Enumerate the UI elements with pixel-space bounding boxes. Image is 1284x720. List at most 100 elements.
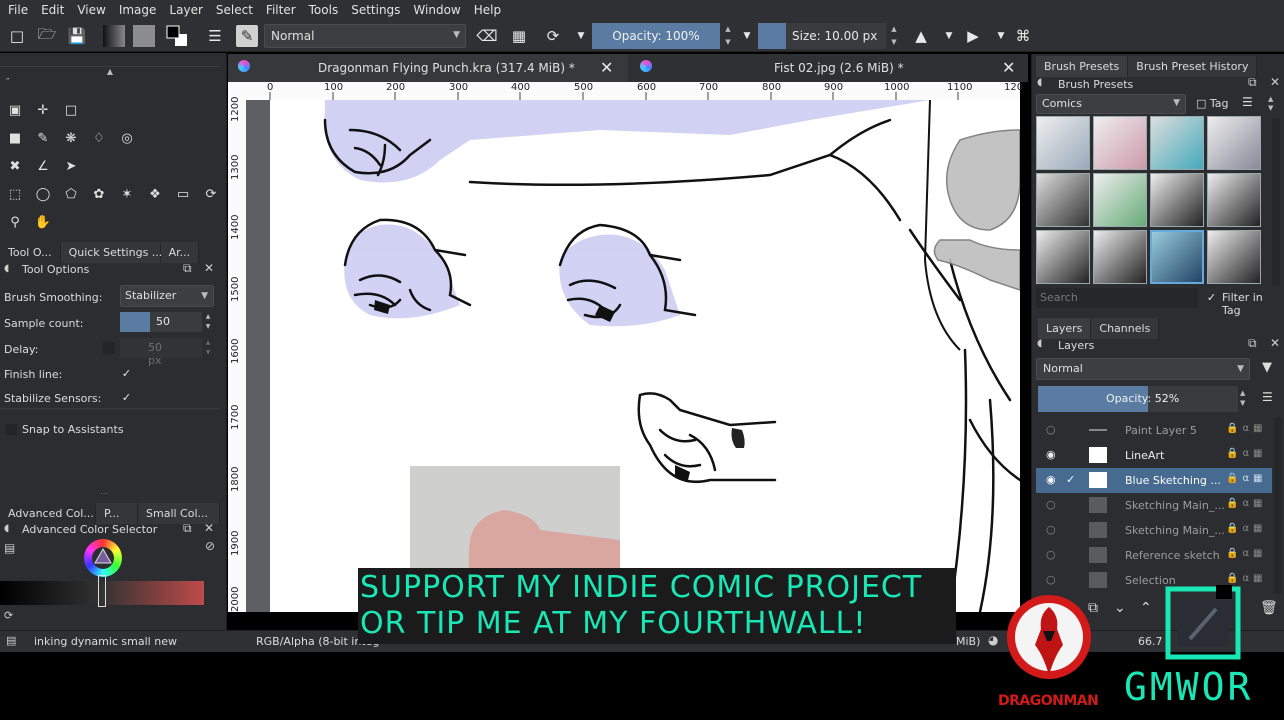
- collapse-up-icon[interactable]: ▲: [0, 67, 220, 79]
- filter-icon[interactable]: ▼: [1262, 360, 1272, 375]
- close-icon[interactable]: ✕: [600, 58, 613, 77]
- alpha-lock-icon[interactable]: ▦: [508, 25, 530, 47]
- list-settings-icon[interactable]: ☰: [204, 25, 226, 47]
- layer-lock-icons[interactable]: 🔒α▦: [1226, 423, 1267, 434]
- magnetic-select-icon[interactable]: ⟳: [200, 183, 222, 205]
- layer-lock-icons[interactable]: 🔒α▦: [1226, 473, 1267, 484]
- opacity-spin-icon[interactable]: ▲ ▼: [722, 23, 734, 49]
- float-icon[interactable]: ⧉: [1248, 75, 1257, 90]
- menu-settings[interactable]: Settings: [343, 3, 405, 17]
- list-view-icon[interactable]: ☰: [1242, 95, 1253, 109]
- tab-quick-settings[interactable]: Quick Settings ...: [60, 242, 162, 263]
- chevron-down-icon[interactable]: ▼: [990, 25, 1012, 47]
- collapse-icon[interactable]: ◖: [1037, 77, 1042, 88]
- layer-row[interactable]: ◉ LineArt 🔒α▦: [1036, 443, 1272, 468]
- brush-scrollbar[interactable]: [1272, 118, 1280, 286]
- brush-preset-item[interactable]: [1150, 116, 1204, 170]
- ellipse-select-icon[interactable]: ◯: [32, 183, 54, 205]
- smoothing-select[interactable]: Stabilizer ▼: [120, 285, 214, 307]
- opacity-slider[interactable]: Opacity: 100%: [592, 23, 720, 49]
- visibility-on-icon[interactable]: ◉: [1046, 448, 1059, 461]
- float-icon[interactable]: ⧉: [183, 521, 192, 536]
- menu-image[interactable]: Image: [111, 3, 162, 17]
- mirror-vertical-icon[interactable]: ▶: [962, 25, 984, 47]
- brush-tag-select[interactable]: Comics ▼: [1036, 94, 1186, 114]
- no-color-icon[interactable]: ⊘: [205, 539, 215, 553]
- layer-lock-icons[interactable]: 🔒α▦: [1226, 573, 1267, 584]
- menu-edit[interactable]: Edit: [33, 3, 69, 17]
- layer-scrollbar[interactable]: [1274, 418, 1282, 594]
- collapse-icon[interactable]: ◖: [4, 263, 9, 274]
- close-icon[interactable]: ✕: [1002, 58, 1015, 77]
- similar-select-icon[interactable]: ❖: [144, 183, 166, 205]
- enclose-fill-icon[interactable]: ◎: [116, 127, 138, 149]
- tab-channels[interactable]: Channels: [1091, 318, 1160, 339]
- chevron-down-icon[interactable]: ▼: [570, 25, 592, 47]
- close-icon[interactable]: ✕: [1270, 75, 1280, 89]
- size-spin-icon[interactable]: ▲ ▼: [888, 23, 900, 49]
- freehand-select-icon[interactable]: ✿: [88, 183, 110, 205]
- visibility-off-icon[interactable]: ○: [1046, 548, 1059, 561]
- open-folder-icon[interactable]: 🗁: [36, 25, 58, 47]
- reference-pin-icon[interactable]: ➤: [60, 155, 82, 177]
- chevron-down-icon[interactable]: ▼: [938, 25, 960, 47]
- eyedropper-icon[interactable]: ✎: [32, 127, 54, 149]
- menu-select[interactable]: Select: [208, 3, 258, 17]
- tab-advanced-color[interactable]: Advanced Col...: [0, 503, 96, 524]
- layer-lock-icons[interactable]: 🔒α▦: [1226, 523, 1267, 534]
- close-icon[interactable]: ✕: [204, 261, 214, 275]
- filter-tag-checkbox[interactable]: ✓: [1205, 291, 1218, 304]
- close-icon[interactable]: ✕: [204, 521, 214, 535]
- brush-preset-item[interactable]: [1207, 116, 1261, 170]
- menu-filter[interactable]: Filter: [258, 3, 301, 17]
- layer-row[interactable]: ○ Reference sketch 🔒α▦: [1036, 543, 1272, 568]
- splitter-grip-icon[interactable]: ⋯: [100, 489, 108, 498]
- fill-bucket-icon[interactable]: ♢: [88, 127, 110, 149]
- visibility-off-icon[interactable]: ○: [1046, 423, 1059, 436]
- pan-hand-icon[interactable]: ✋: [32, 211, 54, 233]
- polygon-select-icon[interactable]: ⬠: [60, 183, 82, 205]
- rect-select-icon[interactable]: ⬚: [4, 183, 26, 205]
- layer-opacity-spin-icon[interactable]: ▲ ▼: [1240, 388, 1245, 408]
- size-slider-fill[interactable]: [758, 23, 786, 49]
- brush-preset-item[interactable]: [1150, 173, 1204, 227]
- float-icon[interactable]: ⧉: [183, 261, 192, 276]
- brush-preset-item[interactable]: [1036, 173, 1090, 227]
- menu-layer[interactable]: Layer: [161, 3, 207, 17]
- bezier-select-icon[interactable]: ▭: [172, 183, 194, 205]
- chevron-down-icon[interactable]: ▼: [736, 25, 758, 47]
- layer-row[interactable]: ○ Sketching Main_... 🔒α▦: [1036, 518, 1272, 543]
- finish-line-checkbox[interactable]: ✓: [120, 367, 133, 380]
- snap-checkbox[interactable]: [6, 424, 17, 435]
- gradient-tool-icon[interactable]: ■: [4, 127, 26, 149]
- layer-lock-icons[interactable]: 🔒α▦: [1226, 548, 1267, 559]
- reload-icon[interactable]: ⟳: [542, 25, 564, 47]
- scroll-arrows-icon[interactable]: ▲ ▼: [1268, 95, 1273, 113]
- sample-spin-icon[interactable]: ▲ ▼: [202, 312, 214, 332]
- brush-preset-item[interactable]: [1093, 173, 1147, 227]
- blend-mode-select[interactable]: Normal ▼: [264, 24, 466, 48]
- assistant-tool-icon[interactable]: ✖: [4, 155, 26, 177]
- brush-preset-item-selected[interactable]: [1150, 230, 1204, 284]
- tab-tool-options[interactable]: Tool O...: [0, 242, 61, 263]
- visibility-on-icon[interactable]: ◉: [1046, 473, 1059, 486]
- brush-preset-item[interactable]: [1207, 173, 1261, 227]
- document-tab-2[interactable]: Fist 02.jpg (2.6 MiB) * ✕: [634, 54, 1028, 82]
- zoom-icon[interactable]: ⚲: [4, 211, 26, 233]
- tab-layers[interactable]: Layers: [1038, 318, 1092, 339]
- sample-count-input[interactable]: 50: [150, 312, 202, 332]
- delay-spin-icon[interactable]: ▲ ▼: [202, 338, 214, 358]
- sample-count-fill[interactable]: [120, 312, 150, 332]
- brush-preset-item[interactable]: [1036, 230, 1090, 284]
- stabilize-sensors-checkbox[interactable]: ✓: [120, 391, 133, 404]
- layer-menu-icon[interactable]: ☰: [1262, 390, 1273, 404]
- brush-search-input[interactable]: Search: [1036, 288, 1198, 308]
- menu-tools[interactable]: Tools: [301, 3, 344, 17]
- drawing-canvas[interactable]: [270, 100, 1020, 612]
- smart-patch-icon[interactable]: ❋: [60, 127, 82, 149]
- delay-checkbox[interactable]: [103, 342, 115, 354]
- layer-blend-select[interactable]: Normal ▼: [1036, 358, 1250, 380]
- layer-row[interactable]: ○ Paint Layer 5 🔒α▦: [1036, 418, 1272, 443]
- collapse-icon[interactable]: ◖: [4, 523, 9, 534]
- color-strip-cursor[interactable]: [98, 575, 106, 607]
